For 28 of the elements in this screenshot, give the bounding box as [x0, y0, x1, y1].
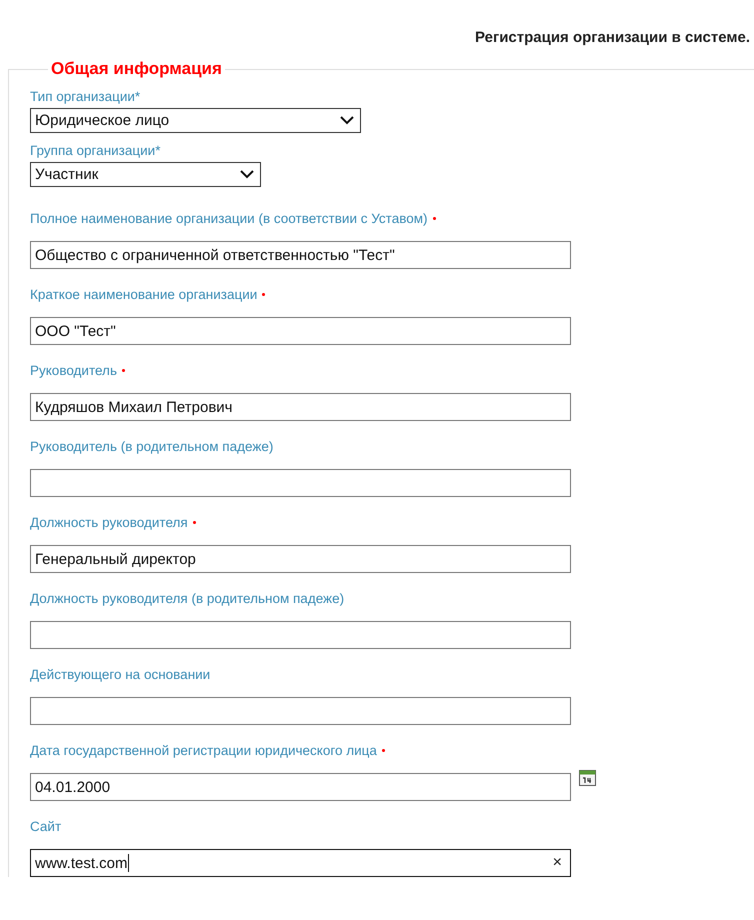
field-label: Краткое наименование организации	[30, 286, 258, 302]
field-label: Действующего на основании	[30, 666, 210, 682]
text-field[interactable]	[30, 469, 571, 497]
text-field[interactable]: ООО "Тест"	[30, 317, 571, 345]
chevron-down-icon	[340, 116, 354, 125]
field-label: Руководитель	[30, 362, 117, 378]
date-field[interactable]: 04.01.2000	[30, 773, 571, 801]
text-field[interactable]: Кудряшов Михаил Петрович	[30, 393, 571, 421]
page-title: Регистрация организации в системе.	[474, 28, 751, 48]
field-label: Должность руководителя	[30, 514, 188, 530]
calendar-icon[interactable]	[579, 769, 596, 786]
field-label: Группа организации*	[30, 142, 160, 158]
text-field[interactable]: Генеральный директор	[30, 545, 571, 573]
field-label: Должность руководителя (в родительном падеже)	[30, 590, 344, 606]
text-field[interactable]: Общество с ограниченной ответственностью "Тест"	[30, 241, 571, 269]
chevron-down-icon	[240, 170, 254, 179]
dropdown[interactable]: Юридическое лицо	[30, 108, 361, 133]
clear-button[interactable]: ×	[548, 854, 566, 872]
text-field[interactable]	[30, 697, 571, 725]
field-label: Руководитель (в родительном падеже)	[30, 438, 274, 454]
field-label: Полное наименование организации (в соответствии с Уставом)	[30, 210, 428, 226]
field-label: Тип организации*	[30, 88, 140, 104]
field-label: Сайт	[30, 818, 62, 834]
text-field[interactable]	[30, 621, 571, 649]
dropdown[interactable]: Участник	[30, 162, 261, 187]
section-legend: Общая информация	[48, 59, 225, 79]
text-field[interactable]: www.test.com ×	[30, 849, 571, 877]
field-label: Дата государственной регистрации юридического лица	[30, 742, 377, 758]
